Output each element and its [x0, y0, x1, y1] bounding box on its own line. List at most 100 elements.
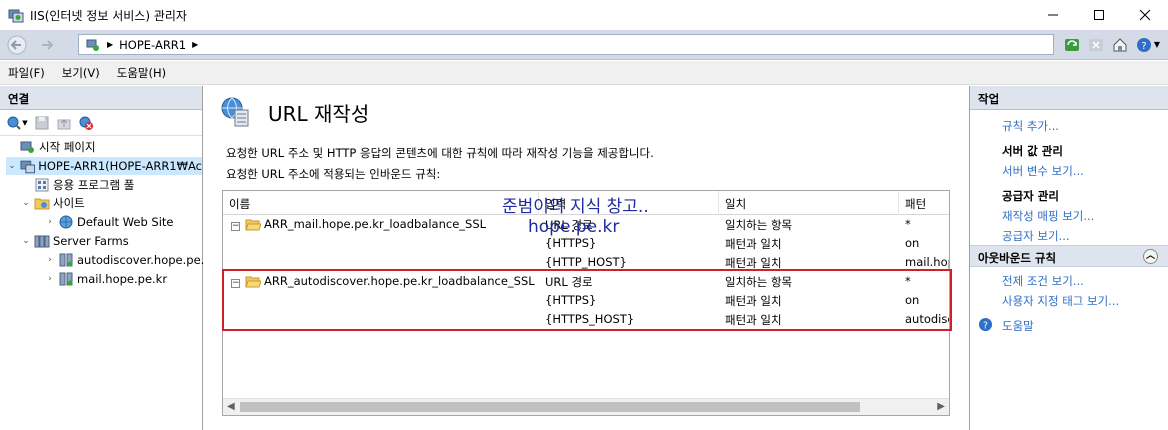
menu-file[interactable]: 파일(F) [8, 65, 45, 81]
farm-servers-icon [59, 272, 73, 286]
horizontal-scrollbar[interactable]: ◀ ▶ [223, 398, 949, 415]
rule-name: ARR_mail.hope.pe.kr_loadbalance_SSL [264, 217, 487, 231]
tree-item-server[interactable]: ⌄ HOPE-ARR1(HOPE-ARR1₩Ac [6, 157, 202, 175]
tree-item-start-page[interactable]: 시작 페이지 [6, 138, 96, 156]
tree-item-farm-mail[interactable]: › mail.hope.pe.kr [44, 270, 167, 288]
highlight-box [222, 269, 952, 331]
sites-folder-icon [34, 198, 50, 210]
view-rewrite-maps-link[interactable]: 재작성 매핑 보기... [1002, 208, 1094, 224]
chevron-down-icon[interactable]: ⌄ [6, 160, 18, 172]
outbound-rules-group[interactable]: 아웃바운드 규칙 ︿ [970, 245, 1168, 267]
back-arrow-icon [7, 35, 27, 55]
save-icon [35, 116, 49, 129]
chevron-right-icon[interactable]: › [44, 273, 56, 285]
close-button[interactable] [1122, 0, 1168, 30]
maximize-button[interactable] [1076, 0, 1122, 30]
view-server-vars-link[interactable]: 서버 변수 보기... [1002, 163, 1084, 179]
forward-button[interactable] [36, 34, 58, 56]
menu-bar: 파일(F) 보기(V) 도움말(H) [0, 61, 1168, 85]
chevron-down-icon[interactable]: ⌄ [20, 235, 32, 247]
tree-item-default-web-site[interactable]: › Default Web Site [44, 213, 173, 231]
rule-pattern: mail.hop [905, 255, 950, 269]
view-providers-link[interactable]: 공급자 보기... [1002, 228, 1070, 244]
view-preconditions-link[interactable]: 전제 조건 보기... [1002, 273, 1084, 289]
scrollbar-thumb[interactable] [240, 402, 860, 412]
actions-panel: 작업 규칙 추가... 서버 값 관리 서버 변수 보기... 공급자 관리 재… [969, 86, 1168, 430]
chevron-down-icon: ▼ [22, 118, 28, 127]
tree-label: HOPE-ARR1(HOPE-ARR1₩Ac [38, 159, 202, 173]
back-button[interactable] [6, 34, 28, 56]
help-icon: ? [978, 317, 993, 331]
add-rule-link[interactable]: 규칙 추가... [1002, 118, 1059, 134]
forward-arrow-icon [42, 40, 54, 50]
tree-item-sites[interactable]: ⌄ 사이트 [20, 194, 85, 212]
menu-view[interactable]: 보기(V) [62, 65, 100, 81]
providers-section-title: 공급자 관리 [1002, 189, 1059, 203]
menu-help[interactable]: 도움말(H) [117, 65, 166, 81]
server-farm-icon [34, 235, 50, 248]
column-header-name[interactable]: 이름 [223, 191, 539, 215]
rule-input: {HTTPS} [545, 236, 597, 250]
chevron-up-icon[interactable]: ︿ [1143, 249, 1158, 264]
rule-pattern: on [905, 236, 920, 250]
stop-icon [1089, 38, 1103, 51]
chevron-down-icon: ▼ [1153, 40, 1161, 49]
iis-app-icon [8, 9, 24, 23]
view-custom-tags-link[interactable]: 사용자 지정 태그 보기... [1002, 293, 1119, 309]
feature-description: 요청한 URL 주소 및 HTTP 응답의 콘텐츠에 대한 규칙에 따라 재작성… [226, 146, 654, 160]
feature-header: URL 재작성 [220, 96, 369, 128]
chevron-right-icon[interactable]: › [44, 254, 56, 266]
globe-connect-icon [7, 116, 22, 130]
watermark-line1: 준범이의 지식 창고.. [502, 197, 649, 217]
title-bar: IIS(인터넷 정보 서비스) 관리자 [0, 0, 1168, 30]
help-link[interactable]: 도움말 [1002, 318, 1034, 334]
connections-panel: 연결 ▼ 시작 페이지 ⌄ HOPE-ARR1(HOPE-ARR1₩Ac 응용 … [0, 86, 204, 430]
scroll-left-icon[interactable]: ◀ [227, 401, 235, 412]
tree-label: 시작 페이지 [39, 140, 96, 154]
tree-label: Server Farms [53, 234, 129, 248]
connections-toolbar: ▼ [0, 110, 202, 136]
address-field[interactable]: ▶ HOPE-ARR1 ▶ [78, 34, 1054, 55]
rules-list-caption: 요청한 URL 주소에 적용되는 인바운드 규칙: [226, 167, 441, 181]
tree-item-app-pools[interactable]: 응용 프로그램 풀 [20, 176, 134, 194]
chevron-down-icon[interactable]: ⌄ [20, 197, 32, 209]
chevron-right-icon[interactable]: › [44, 216, 56, 228]
disconnect-icon [79, 116, 93, 130]
save-button[interactable] [32, 113, 52, 133]
feature-panel: URL 재작성 요청한 URL 주소 및 HTTP 응답의 콘텐츠에 대한 규칙… [208, 86, 963, 430]
column-header-pattern[interactable]: 패턴 [899, 191, 949, 215]
folder-up-icon [57, 118, 71, 129]
app-pool-icon [35, 178, 49, 192]
minimize-button[interactable] [1030, 0, 1076, 30]
minimize-icon [1048, 14, 1058, 16]
column-header-match[interactable]: 일치 [719, 191, 899, 215]
scroll-right-icon[interactable]: ▶ [937, 401, 945, 412]
home-button[interactable] [1110, 34, 1130, 55]
website-globe-icon [59, 215, 73, 229]
server-icon [86, 39, 99, 51]
stop-button[interactable] [1086, 34, 1106, 55]
rule-pattern: * [905, 217, 911, 231]
maximize-icon [1094, 10, 1104, 20]
disconnect-button[interactable] [76, 113, 96, 133]
tree-label: Default Web Site [77, 215, 174, 229]
window-title: IIS(인터넷 정보 서비스) 관리자 [30, 8, 187, 23]
refresh-icon [1065, 38, 1079, 51]
rule-match: 일치하는 항목 [725, 218, 793, 232]
breadcrumb-server[interactable]: HOPE-ARR1 [119, 38, 186, 52]
tree-item-farm-autodiscover[interactable]: › autodiscover.hope.pe. [44, 251, 204, 269]
watermark-line2: hope.pe.kr [528, 217, 620, 237]
help-dropdown-button[interactable]: ? ▼ [1134, 34, 1162, 55]
server-icon [20, 160, 35, 174]
home-icon [1113, 37, 1127, 51]
tree-item-server-farms[interactable]: ⌄ Server Farms [20, 232, 129, 250]
refresh-button[interactable] [1062, 34, 1082, 55]
breadcrumb-separator-icon: ▶ [192, 40, 199, 49]
tree-label: 사이트 [53, 196, 85, 210]
page-title: URL 재작성 [268, 101, 370, 126]
connect-button[interactable]: ▼ [4, 113, 30, 133]
collapse-toggle-icon[interactable]: − [231, 222, 240, 231]
up-button[interactable] [54, 113, 74, 133]
folder-open-icon [245, 219, 261, 231]
start-page-icon [20, 141, 34, 153]
